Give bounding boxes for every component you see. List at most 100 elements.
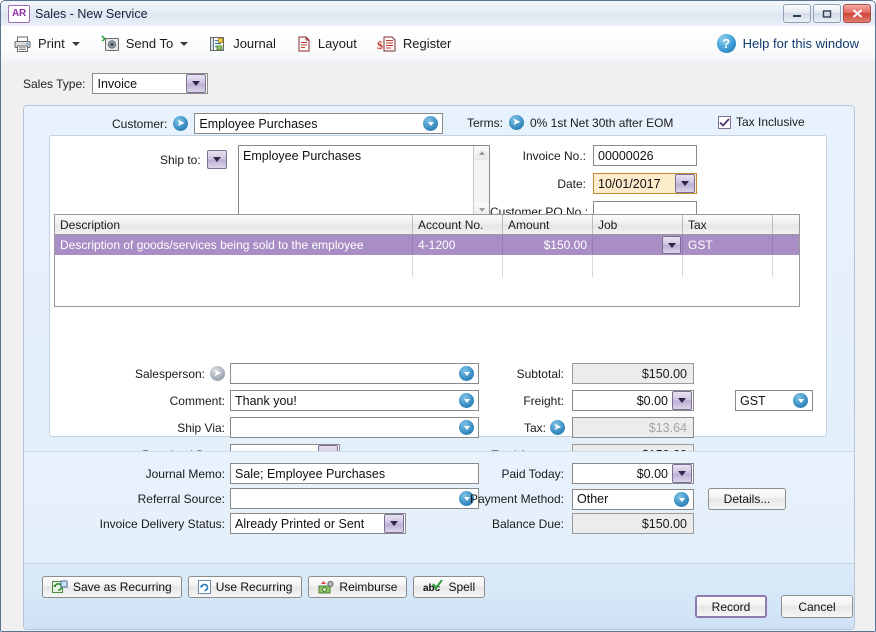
payment-details-button[interactable]: Details...: [708, 488, 786, 510]
customer-value: Employee Purchases: [199, 116, 318, 131]
calendar-chevron-down-icon[interactable]: [675, 174, 695, 193]
job-chevron-down-icon[interactable]: [662, 236, 681, 254]
payment-method-field[interactable]: Other: [572, 488, 694, 510]
comment-row: Comment: Thank you!: [127, 390, 479, 411]
salesperson-drilldown-icon[interactable]: ➤: [210, 366, 225, 381]
tax-value: $13.64: [572, 417, 694, 438]
scroll-up-icon[interactable]: [474, 146, 489, 160]
record-button[interactable]: Record: [695, 595, 767, 618]
date-label: Date:: [557, 176, 586, 191]
salesperson-field[interactable]: [230, 363, 479, 384]
sales-new-service-window: AR Sales - New Service Print Send To Jou…: [0, 0, 876, 632]
cancel-button[interactable]: Cancel: [781, 595, 853, 618]
toolbar-layout-button[interactable]: Layout: [288, 29, 365, 58]
reimburse-icon: [318, 580, 335, 594]
toolbar-send-to-button[interactable]: Send To: [92, 29, 196, 58]
close-button[interactable]: [843, 4, 871, 23]
empty-cell-description[interactable]: [55, 255, 413, 277]
sales-type-row: Sales Type: Invoice: [23, 73, 209, 94]
chevron-down-icon[interactable]: [423, 116, 439, 131]
dialog-footer: Record Cancel: [695, 595, 853, 618]
empty-cell-tax[interactable]: [683, 255, 773, 277]
invoice-no-input[interactable]: 00000026: [593, 145, 697, 166]
customer-drilldown-icon[interactable]: ➤: [173, 116, 189, 131]
column-header-tax[interactable]: Tax: [683, 215, 773, 234]
empty-cell-account-no[interactable]: [413, 255, 503, 277]
terms-value: 0% 1st Net 30th after EOM: [530, 115, 674, 130]
toolbar-journal-button[interactable]: Journal: [200, 29, 284, 58]
calculator-chevron-down-icon[interactable]: [672, 391, 692, 410]
minimize-button[interactable]: [783, 4, 811, 23]
date-input[interactable]: 10/01/2017: [593, 173, 697, 194]
column-header-amount[interactable]: Amount: [503, 215, 593, 234]
grid-filler-cell: [55, 277, 413, 307]
tax-inclusive-row[interactable]: Tax Inclusive: [718, 115, 805, 129]
freight-label: Freight:: [523, 393, 564, 408]
empty-cell-amount[interactable]: [503, 255, 593, 277]
paid-today-input[interactable]: $0.00: [572, 463, 694, 484]
cell-account-no[interactable]: 4-1200: [413, 235, 503, 255]
toolbar-print-button[interactable]: Print: [5, 29, 88, 58]
date-row: Date: 10/01/2017: [490, 173, 697, 194]
chevron-down-icon[interactable]: [384, 514, 404, 533]
journal-memo-input[interactable]: Sale; Employee Purchases: [230, 463, 479, 484]
use-recurring-button[interactable]: Use Recurring: [187, 576, 303, 598]
reimburse-button[interactable]: Reimburse: [308, 576, 408, 598]
comment-field[interactable]: Thank you!: [230, 390, 479, 411]
delivery-status-row: Invoice Delivery Status: Already Printed…: [61, 513, 406, 534]
save-recurring-icon: [52, 580, 68, 594]
tax-code-field[interactable]: GST: [735, 390, 813, 411]
toolbar-print-label: Print: [38, 36, 65, 51]
customer-field[interactable]: Employee Purchases: [194, 113, 444, 134]
terms-drilldown-icon[interactable]: ➤: [509, 115, 524, 130]
customer-label: Customer:: [112, 116, 168, 131]
table-row[interactable]: Description of goods/services being sold…: [55, 235, 799, 255]
maximize-button[interactable]: [813, 4, 841, 23]
grid-empty-row[interactable]: [55, 255, 799, 277]
ship-to-textarea[interactable]: Employee Purchases: [238, 145, 490, 218]
empty-cell-job[interactable]: [593, 255, 683, 277]
calculator-chevron-down-icon[interactable]: [672, 464, 692, 483]
journal-memo-row: Journal Memo: Sale; Employee Purchases: [127, 463, 479, 484]
sales-type-value: Invoice: [97, 76, 138, 91]
toolbar-journal-label: Journal: [233, 36, 276, 51]
delivery-status-label: Invoice Delivery Status:: [99, 516, 225, 531]
column-header-job[interactable]: Job: [593, 215, 683, 234]
grid-filler: [55, 277, 799, 307]
referral-source-field[interactable]: [230, 488, 479, 509]
subtotal-value: $150.00: [572, 363, 694, 384]
payment-method-value: Other: [577, 492, 609, 506]
ship-to-chevron-down-icon[interactable]: [206, 150, 227, 169]
balance-due-value: $150.00: [572, 513, 694, 534]
freight-input[interactable]: $0.00: [572, 390, 694, 411]
tax-code-value: GST: [740, 393, 766, 408]
sale-form-panel: Customer: ➤ Employee Purchases Terms: ➤ …: [23, 105, 855, 630]
ship-via-field[interactable]: [230, 417, 479, 438]
chevron-down-icon[interactable]: [793, 393, 808, 408]
send-to-icon: [100, 34, 120, 53]
customer-row: Customer: ➤ Employee Purchases: [112, 113, 444, 134]
ship-to-value: Employee Purchases: [243, 149, 362, 163]
sales-type-select[interactable]: Invoice: [92, 73, 209, 94]
help-label: Help for this window: [742, 36, 859, 51]
use-recurring-icon: [197, 580, 211, 594]
chevron-down-icon[interactable]: [674, 491, 689, 507]
cell-amount[interactable]: $150.00: [503, 235, 593, 255]
tax-drilldown-icon[interactable]: ➤: [550, 420, 565, 435]
referral-source-label: Referral Source:: [137, 491, 225, 506]
cell-description[interactable]: Description of goods/services being sold…: [55, 235, 413, 255]
spell-check-button[interactable]: abc Spell: [413, 576, 486, 598]
help-for-this-window-button[interactable]: ? Help for this window: [711, 30, 865, 57]
delivery-status-select[interactable]: Already Printed or Sent: [230, 513, 406, 534]
tax-inclusive-checkbox[interactable]: [718, 115, 731, 129]
cell-tax[interactable]: GST: [683, 235, 773, 255]
cell-job[interactable]: [593, 235, 683, 255]
column-header-description[interactable]: Description: [55, 215, 413, 234]
invoice-no-label: Invoice No.:: [522, 148, 586, 163]
save-as-recurring-button[interactable]: Save as Recurring: [42, 576, 182, 598]
toolbar-register-button[interactable]: $ Register: [369, 29, 459, 58]
journal-memo-label: Journal Memo:: [145, 466, 225, 481]
ship-to-scrollbar[interactable]: [473, 146, 489, 217]
chevron-down-icon[interactable]: [186, 74, 207, 93]
column-header-account-no[interactable]: Account No.: [413, 215, 503, 234]
